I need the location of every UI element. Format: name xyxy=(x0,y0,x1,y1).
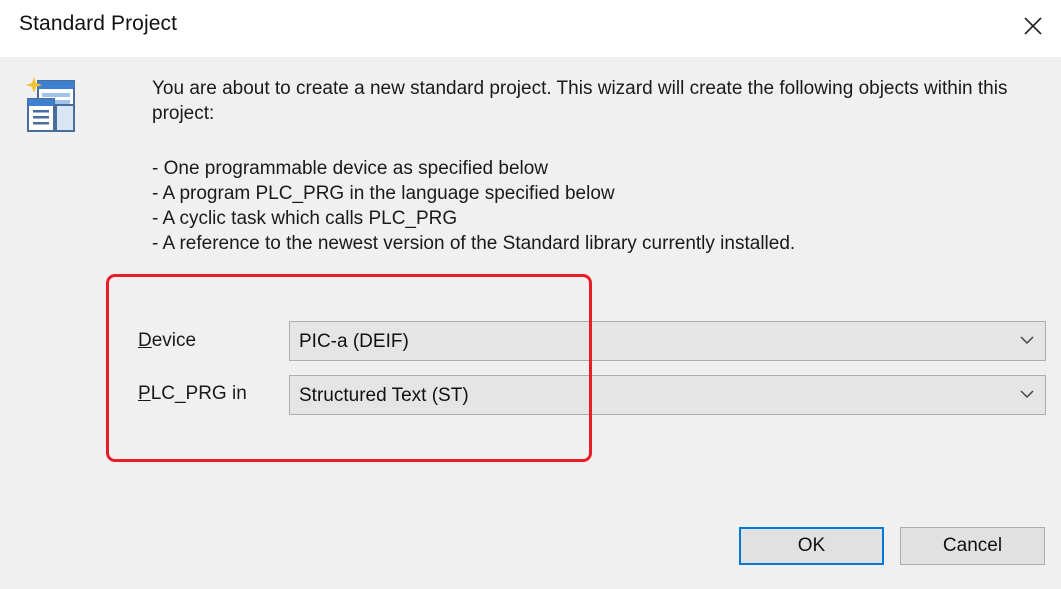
plc-prg-language-label: PLC_PRG in xyxy=(138,383,247,405)
plc-prg-language-value: Structured Text (ST) xyxy=(299,385,469,406)
dialog-title: Standard Project xyxy=(19,12,178,35)
chevron-down-icon xyxy=(1020,336,1034,345)
list-item: - A cyclic task which calls PLC_PRG xyxy=(152,208,458,229)
list-item: - A program PLC_PRG in the language spec… xyxy=(152,183,615,204)
standard-project-dialog: Standard Project You are about to create… xyxy=(0,0,1061,589)
close-icon xyxy=(1024,17,1042,35)
plc-prg-language-select[interactable]: Structured Text (ST) xyxy=(289,375,1046,415)
device-label: Device xyxy=(138,330,196,352)
plc-prg-label-mnemonic: P xyxy=(138,383,151,404)
objects-list: - One programmable device as specified b… xyxy=(152,156,795,256)
list-item: - A reference to the newest version of t… xyxy=(152,233,796,254)
intro-text: You are about to create a new standard p… xyxy=(152,78,1008,124)
title-bar: Standard Project xyxy=(0,0,1061,57)
ok-button[interactable]: OK xyxy=(739,527,884,565)
cancel-button[interactable]: Cancel xyxy=(900,527,1045,565)
chevron-down-icon xyxy=(1020,390,1034,399)
project-wizard-icon xyxy=(26,77,75,132)
plc-prg-label-text: LC_PRG in xyxy=(150,383,247,404)
device-label-mnemonic: D xyxy=(138,330,152,351)
device-select-value: PIC-a (DEIF) xyxy=(299,331,409,352)
device-label-text: evice xyxy=(151,330,197,351)
list-item: - One programmable device as specified b… xyxy=(152,158,549,179)
device-select[interactable]: PIC-a (DEIF) xyxy=(289,321,1046,361)
close-button[interactable] xyxy=(1005,0,1061,52)
